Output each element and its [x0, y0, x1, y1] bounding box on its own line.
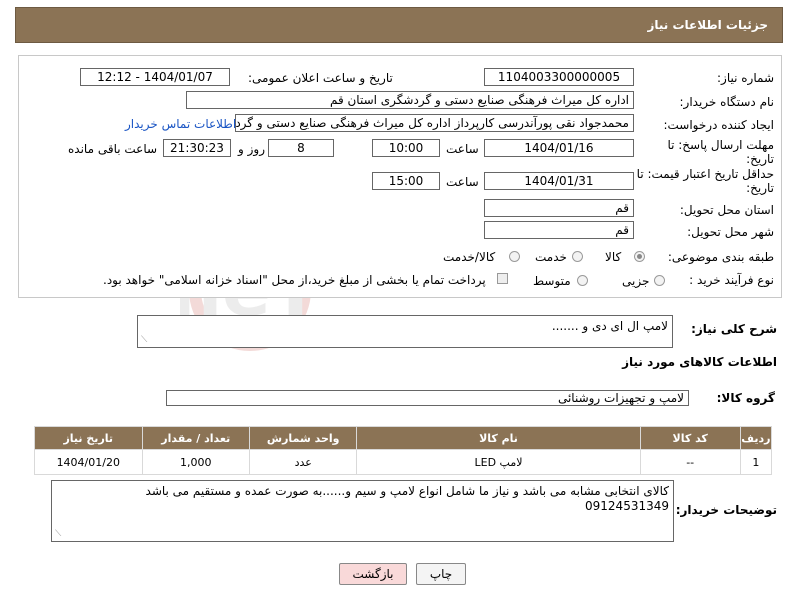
province-label: استان محل تحویل:	[679, 203, 774, 217]
validity-label-date: تاریخ:	[746, 181, 774, 195]
announce-datetime-field: 1404/01/07 - 12:12	[80, 68, 230, 86]
buyer-notes-label: توضیحات خریدار:	[675, 503, 777, 517]
creator-label: ایجاد کننده درخواست:	[663, 118, 774, 132]
column-header-quantity: تعداد / مقدار	[141, 426, 250, 450]
treasury-payment-note: پرداخت تمام یا بخشی از مبلغ خرید،از محل …	[103, 273, 486, 287]
category-radio-both[interactable]	[509, 251, 520, 262]
need-number-field: 1104003300000005	[484, 68, 634, 86]
validity-label: حداقل تاریخ اعتبار قیمت: تا	[636, 167, 774, 181]
treasury-payment-checkbox[interactable]	[497, 273, 508, 284]
remaining-time-label: ساعت باقی مانده	[68, 142, 158, 156]
category-radio-goods[interactable]	[634, 251, 645, 262]
table-header-row: ردیف کد کالا نام کالا واحد شمارش تعداد /…	[34, 426, 773, 450]
category-option-service: خدمت	[535, 250, 567, 264]
validity-date-field: 1404/01/31	[484, 172, 634, 190]
table-row: 1 -- لامپ LED عدد 1,000 1404/01/20	[34, 449, 773, 475]
process-option-minor: جزیی	[622, 274, 650, 288]
resize-handle-icon[interactable]: ⟋	[55, 529, 61, 539]
goods-group-label: گروه کالا:	[716, 391, 775, 405]
description-textarea[interactable]: لامپ ال ای دی و ....... ⟋	[137, 315, 673, 348]
deadline-label: مهلت ارسال پاسخ: تا	[667, 138, 774, 152]
remaining-days-field: 8	[268, 139, 334, 157]
creator-field: محمدجواد نقی پورآندرسی کارپرداز اداره کل…	[235, 114, 634, 132]
column-header-need-date: تاریخ نیاز	[34, 426, 143, 450]
process-option-medium: متوسط	[533, 274, 571, 288]
city-field: قم	[484, 221, 634, 239]
page-title: جزئیات اطلاعات نیاز	[647, 18, 768, 32]
back-button[interactable]: بازگشت	[339, 563, 407, 585]
column-header-row-number: ردیف	[739, 426, 773, 450]
goods-section-title: اطلاعات کالاهای مورد نیاز	[622, 355, 777, 369]
validity-time-label: ساعت	[446, 175, 479, 189]
buyer-notes-line-1: کالای انتخابی مشابه می باشد و نیاز ما شا…	[145, 484, 669, 498]
cell-need-date: 1404/01/20	[34, 449, 143, 475]
process-label: نوع فرآیند خرید :	[689, 273, 774, 287]
column-header-item-name: نام کالا	[356, 426, 641, 450]
page-header: جزئیات اطلاعات نیاز	[15, 7, 783, 43]
cell-item-code: --	[639, 449, 741, 475]
goods-group-field: لامپ و تجهیزات روشنائی	[166, 390, 689, 406]
validity-time-field: 15:00	[372, 172, 440, 190]
cell-unit: عدد	[248, 449, 358, 475]
category-option-both: کالا/خدمت	[443, 250, 496, 264]
goods-table: ردیف کد کالا نام کالا واحد شمارش تعداد /…	[34, 426, 773, 475]
need-number-label: شماره نیاز:	[717, 71, 774, 85]
deadline-label-date: تاریخ:	[746, 152, 774, 166]
resize-handle-icon[interactable]: ⟋	[141, 335, 147, 345]
buyer-notes-line-2: 09124531349	[585, 499, 669, 513]
column-header-item-code: کد کالا	[639, 426, 741, 450]
buyer-contact-link[interactable]: اطلاعات تماس خریدار	[125, 117, 236, 131]
process-radio-medium[interactable]	[577, 275, 588, 286]
buyer-org-label: نام دستگاه خریدار:	[679, 95, 775, 109]
deadline-date-field: 1404/01/16	[484, 139, 634, 157]
deadline-time-field: 10:00	[372, 139, 440, 157]
province-field: قم	[484, 199, 634, 217]
cell-quantity: 1,000	[141, 449, 250, 475]
description-label: شرح کلی نیاز:	[691, 322, 777, 336]
days-label: روز و	[238, 142, 265, 156]
cell-item-name: لامپ LED	[356, 449, 641, 475]
deadline-time-label: ساعت	[446, 142, 479, 156]
remaining-time-field: 21:30:23	[163, 139, 231, 157]
print-button[interactable]: چاپ	[416, 563, 466, 585]
description-text: لامپ ال ای دی و .......	[551, 319, 668, 333]
category-radio-service[interactable]	[572, 251, 583, 262]
announce-datetime-label: تاریخ و ساعت اعلان عمومی:	[248, 71, 393, 85]
city-label: شهر محل تحویل:	[687, 225, 774, 239]
buyer-notes-textarea[interactable]: کالای انتخابی مشابه می باشد و نیاز ما شا…	[51, 480, 674, 542]
buyer-org-field: اداره کل میراث فرهنگی صنایع دستی و گردشگ…	[186, 91, 634, 109]
category-label: طبقه بندی موضوعی:	[667, 250, 774, 264]
category-option-goods: کالا	[605, 250, 622, 264]
column-header-unit: واحد شمارش	[248, 426, 358, 450]
cell-row-number: 1	[739, 449, 773, 475]
process-radio-minor[interactable]	[654, 275, 665, 286]
